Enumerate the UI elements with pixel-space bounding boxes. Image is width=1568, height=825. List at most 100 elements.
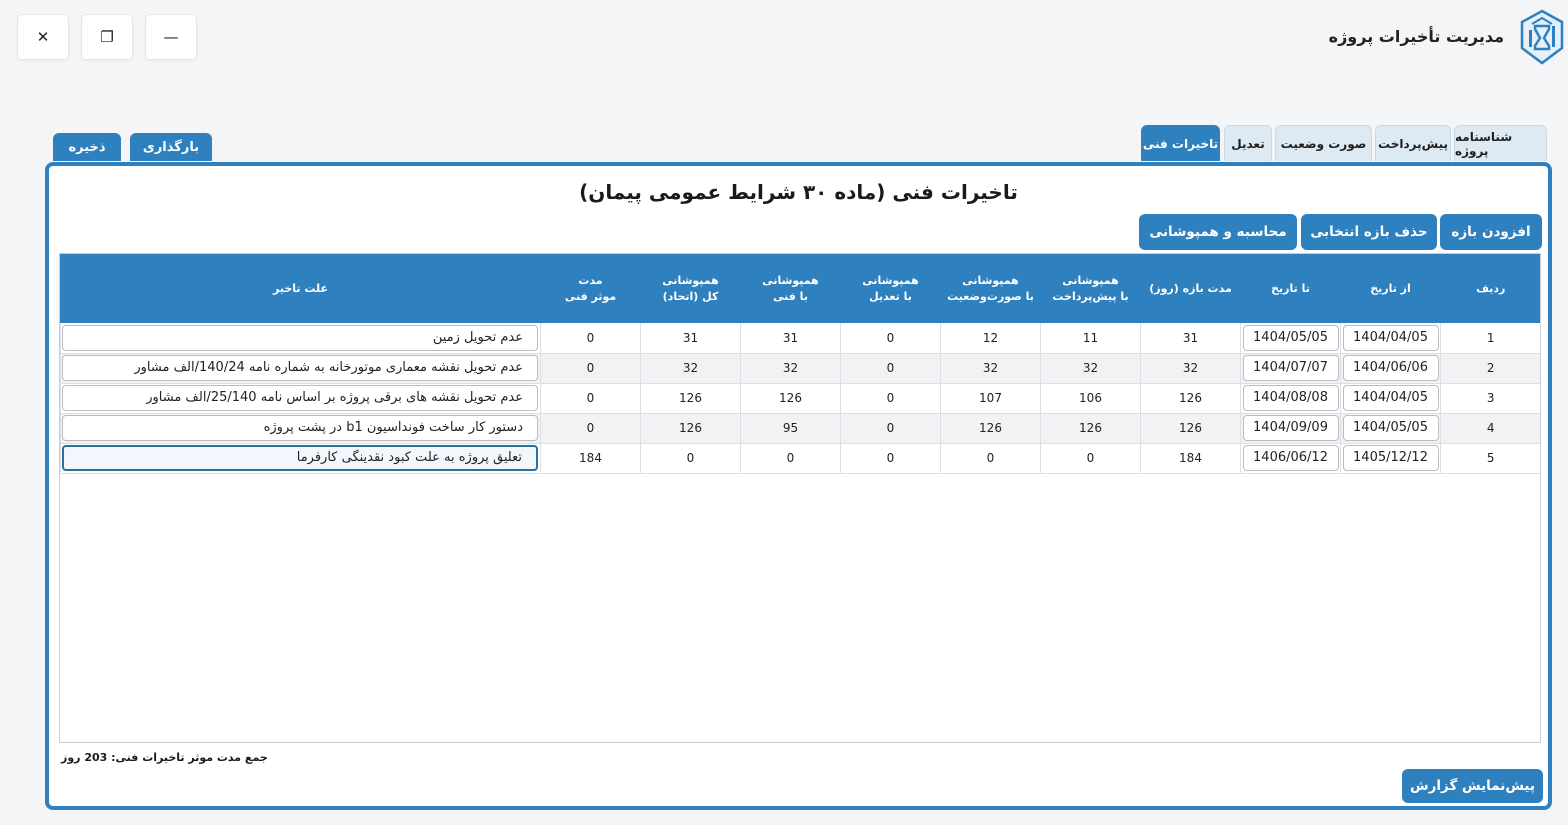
- table-row[interactable]: 1 1404/04/05 1404/05/05 31 11 12 0 31 31…: [60, 323, 1540, 354]
- delay-reason-input[interactable]: تعلیق پروژه به علت کبود نقدینگی کارفرما: [62, 445, 538, 471]
- cell-overlap-status: 107: [940, 383, 1041, 414]
- cell-period-days: 126: [1140, 413, 1241, 444]
- minimize-icon: —: [163, 28, 179, 46]
- cell-from-date: 1404/06/06: [1340, 353, 1441, 384]
- total-effective-days: جمع مدت موثر تاخیرات فنی: 203 روز: [61, 751, 268, 764]
- cell-from-date: 1405/12/12: [1340, 443, 1441, 474]
- tab-project-profile[interactable]: شناسنامه پروژه: [1454, 125, 1547, 161]
- header-overlap-total[interactable]: همپوشانی کل (اتحاد): [640, 254, 741, 323]
- tab-prepayment[interactable]: پیش‌پرداخت: [1375, 125, 1451, 161]
- cell-overlap-status: 0: [940, 443, 1041, 474]
- from-date-input[interactable]: 1404/04/05: [1342, 385, 1439, 411]
- cell-to-date: 1406/06/12: [1240, 443, 1341, 474]
- to-date-input[interactable]: 1404/09/09: [1242, 415, 1339, 441]
- restore-icon: ❐: [100, 28, 114, 46]
- cell-delay-reason: عدم تحویل نقشه های برقی پروژه بر اساس نا…: [60, 383, 541, 414]
- header-period-days[interactable]: مدت بازه (روز): [1140, 254, 1241, 323]
- minimize-window-button[interactable]: —: [145, 14, 197, 60]
- from-date-input[interactable]: 1404/05/05: [1342, 415, 1439, 441]
- header-to-date[interactable]: تا تاریخ: [1240, 254, 1341, 323]
- cell-from-date: 1404/04/05: [1340, 323, 1441, 354]
- cell-overlap-total: 126: [640, 383, 741, 414]
- cell-effective-days: 0: [540, 353, 641, 384]
- cell-overlap-tech: 0: [740, 443, 841, 474]
- cell-row-number: 2: [1440, 353, 1540, 384]
- cell-period-days: 126: [1140, 383, 1241, 414]
- panel-title: تاخیرات فنی (ماده ۳۰ شرایط عمومی پیمان): [579, 180, 1018, 204]
- tab-technical-delays[interactable]: تاخیرات فنی: [1141, 125, 1220, 161]
- load-button[interactable]: بارگذاری: [130, 133, 212, 161]
- tab-adjustment[interactable]: تعدیل: [1224, 125, 1272, 161]
- cell-row-number: 4: [1440, 413, 1540, 444]
- cell-period-days: 31: [1140, 323, 1241, 354]
- from-date-input[interactable]: 1404/06/06: [1342, 355, 1439, 381]
- header-delay-reason[interactable]: علت تاخیر: [60, 254, 541, 323]
- cell-overlap-status: 12: [940, 323, 1041, 354]
- header-overlap-adjust[interactable]: همپوشانی با تعدیل: [840, 254, 941, 323]
- cell-overlap-total: 126: [640, 413, 741, 444]
- header-effective-days[interactable]: مدت موثر فنی: [540, 254, 641, 323]
- table-row[interactable]: 3 1404/04/05 1404/08/08 126 106 107 0 12…: [60, 383, 1540, 414]
- cell-to-date: 1404/07/07: [1240, 353, 1341, 384]
- close-window-button[interactable]: ✕: [17, 14, 69, 60]
- cell-effective-days: 0: [540, 413, 641, 444]
- cell-from-date: 1404/04/05: [1340, 383, 1441, 414]
- cell-to-date: 1404/09/09: [1240, 413, 1341, 444]
- calculate-overlap-button[interactable]: محاسبه و همپوشانی: [1139, 214, 1297, 250]
- from-date-input[interactable]: 1405/12/12: [1342, 445, 1439, 471]
- table-header-row: ردیف از تاریخ تا تاریخ مدت بازه (روز) هم…: [60, 254, 1540, 323]
- table-row[interactable]: 4 1404/05/05 1404/09/09 126 126 126 0 95…: [60, 413, 1540, 444]
- cell-to-date: 1404/08/08: [1240, 383, 1341, 414]
- from-date-input[interactable]: 1404/04/05: [1342, 324, 1439, 351]
- cell-overlap-prepay: 0: [1040, 443, 1141, 474]
- table-row[interactable]: 2 1404/06/06 1404/07/07 32 32 32 0 32 32…: [60, 353, 1540, 384]
- cell-effective-days: 0: [540, 323, 641, 354]
- technical-delays-panel: تاخیرات فنی (ماده ۳۰ شرایط عمومی پیمان) …: [45, 162, 1552, 810]
- add-period-button[interactable]: افزودن بازه: [1440, 214, 1542, 250]
- cell-row-number: 5: [1440, 443, 1540, 474]
- header-row-number[interactable]: ردیف: [1440, 254, 1540, 323]
- cell-overlap-total: 32: [640, 353, 741, 384]
- tab-status-statement[interactable]: صورت وضعیت: [1275, 125, 1372, 161]
- delete-selected-period-button[interactable]: حذف بازه انتخابی: [1301, 214, 1437, 250]
- cell-overlap-tech: 31: [740, 323, 841, 354]
- cell-period-days: 184: [1140, 443, 1241, 474]
- cell-to-date: 1404/05/05: [1240, 323, 1341, 354]
- save-button[interactable]: ذخیره: [53, 133, 121, 161]
- cell-overlap-status: 32: [940, 353, 1041, 384]
- header-overlap-prepay[interactable]: همپوشانی با پیش‌پرداخت: [1040, 254, 1141, 323]
- cell-delay-reason: عدم تحویل نقشه معماری موتورخانه به شماره…: [60, 353, 541, 384]
- cell-overlap-total: 0: [640, 443, 741, 474]
- header-overlap-status[interactable]: همپوشانی با صورت‌وضعیت: [940, 254, 1041, 323]
- app-logo-icon: [1520, 9, 1564, 65]
- cell-overlap-adjust: 0: [840, 323, 941, 354]
- delay-reason-input[interactable]: عدم تحویل نقشه های برقی پروژه بر اساس نا…: [62, 385, 538, 411]
- close-icon: ✕: [36, 28, 50, 46]
- cell-overlap-prepay: 106: [1040, 383, 1141, 414]
- title-bar: ✕ ❐ — مدیریت تأخیرات پروژه: [0, 0, 1568, 78]
- cell-from-date: 1404/05/05: [1340, 413, 1441, 444]
- delay-reason-input[interactable]: عدم تحویل نقشه معماری موتورخانه به شماره…: [62, 355, 538, 381]
- cell-overlap-prepay: 32: [1040, 353, 1141, 384]
- preview-report-button[interactable]: پیش‌نمایش گزارش: [1402, 769, 1543, 803]
- delay-reason-input[interactable]: دستور کار ساخت فونداسیون b1 در پشت پروژه: [62, 415, 538, 441]
- cell-overlap-tech: 95: [740, 413, 841, 444]
- cell-overlap-tech: 32: [740, 353, 841, 384]
- delay-reason-input[interactable]: عدم تحویل زمین: [62, 324, 538, 351]
- restore-window-button[interactable]: ❐: [81, 14, 133, 60]
- header-overlap-tech[interactable]: همپوشانی با فنی: [740, 254, 841, 323]
- cell-effective-days: 184: [540, 443, 641, 474]
- to-date-input[interactable]: 1404/08/08: [1242, 385, 1339, 411]
- to-date-input[interactable]: 1406/06/12: [1242, 445, 1339, 471]
- to-date-input[interactable]: 1404/07/07: [1242, 355, 1339, 381]
- header-from-date[interactable]: از تاریخ: [1340, 254, 1441, 323]
- delays-table: ردیف از تاریخ تا تاریخ مدت بازه (روز) هم…: [59, 253, 1541, 743]
- cell-delay-reason: عدم تحویل زمین: [60, 323, 541, 354]
- table-row[interactable]: 5 1405/12/12 1406/06/12 184 0 0 0 0 0 18…: [60, 443, 1540, 474]
- app-window: ✕ ❐ — مدیریت تأخیرات پروژه ذخیره بارگذار…: [0, 0, 1568, 825]
- to-date-input[interactable]: 1404/05/05: [1242, 324, 1339, 351]
- cell-overlap-status: 126: [940, 413, 1041, 444]
- cell-row-number: 1: [1440, 323, 1540, 354]
- cell-period-days: 32: [1140, 353, 1241, 384]
- cell-overlap-prepay: 126: [1040, 413, 1141, 444]
